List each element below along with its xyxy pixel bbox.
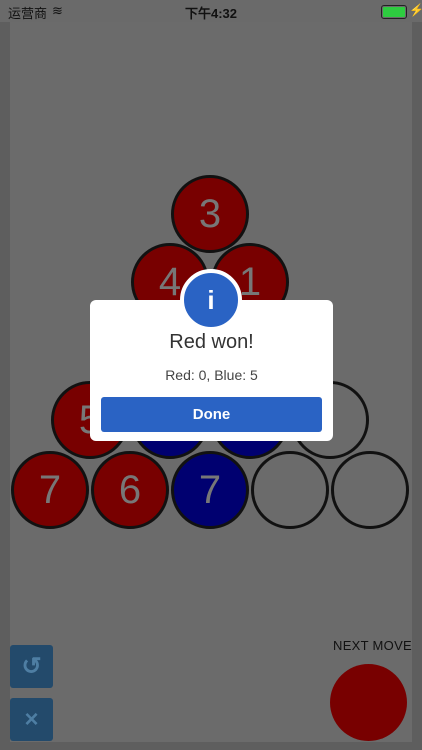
info-icon: i [180,269,242,331]
dialog-title: Red won! [169,331,254,353]
dialog-score: Red: 0, Blue: 5 [165,367,258,383]
done-button[interactable]: Done [101,397,322,432]
